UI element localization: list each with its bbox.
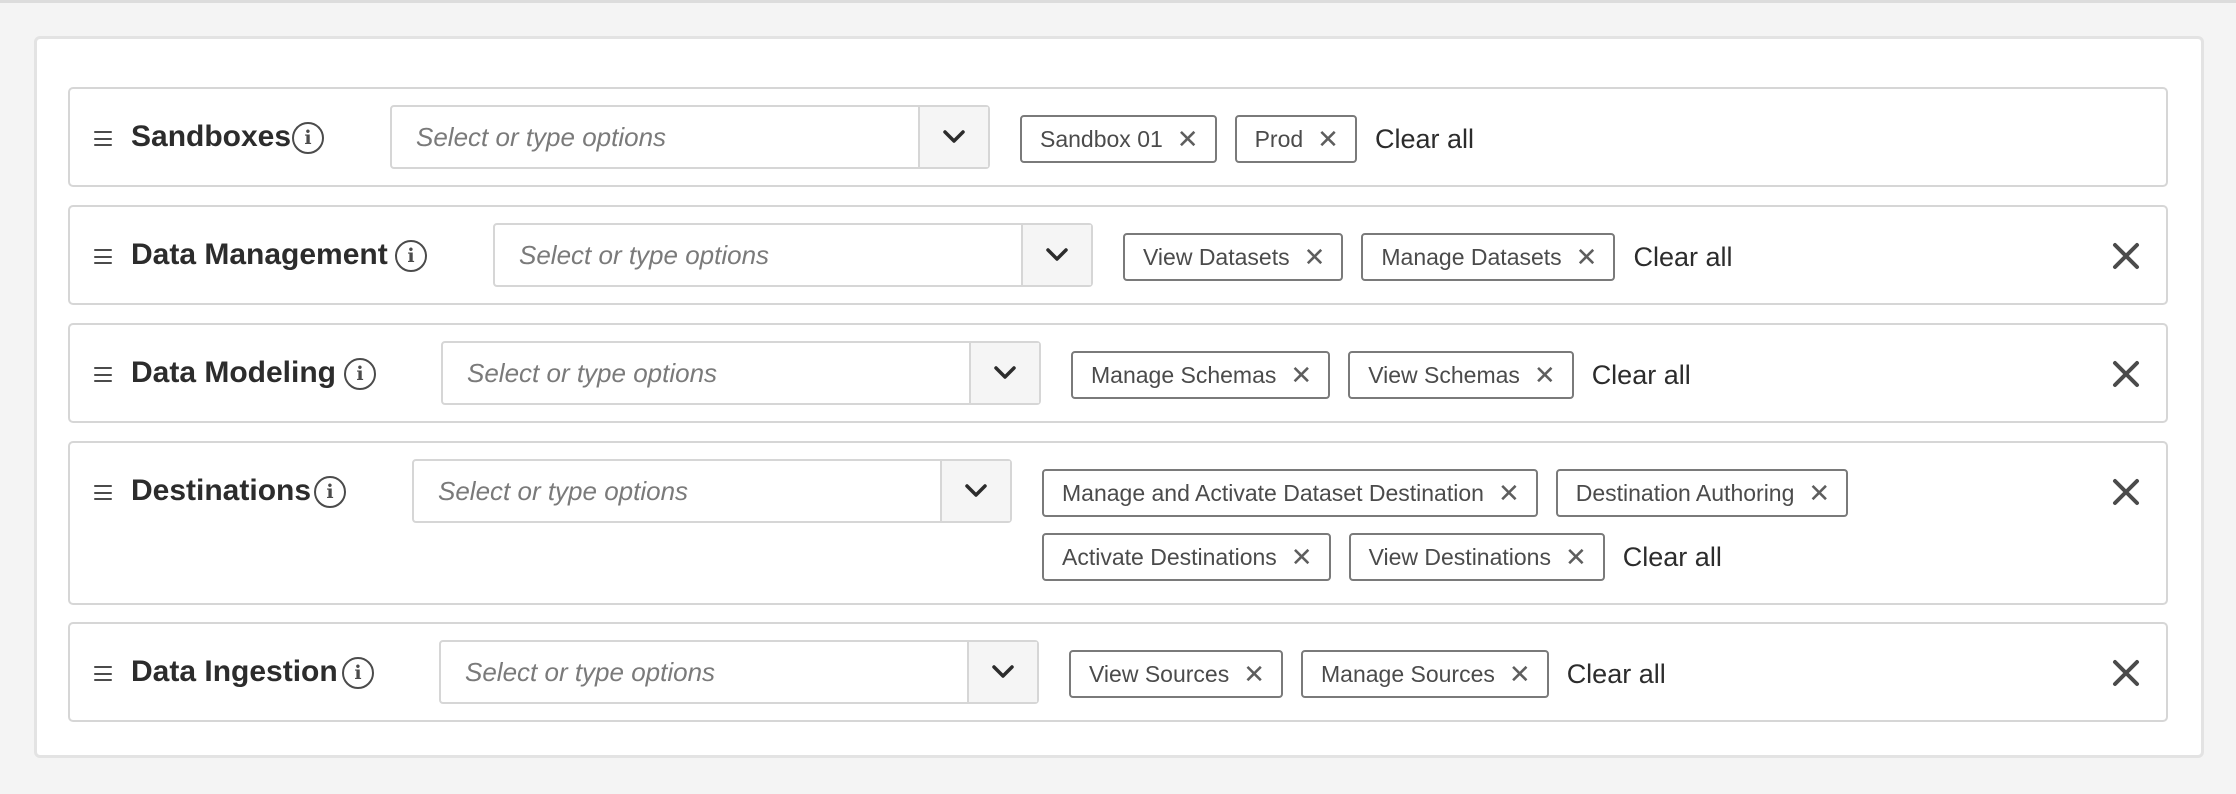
chevron-down-icon	[1046, 248, 1068, 261]
close-icon[interactable]: ✕	[1509, 661, 1531, 687]
close-icon[interactable]: ✕	[1534, 362, 1556, 388]
tag: Prod ✕	[1234, 115, 1357, 163]
tag: Manage Datasets ✕	[1361, 233, 1616, 281]
tag: View Destinations ✕	[1348, 533, 1605, 581]
close-icon[interactable]	[2112, 659, 2140, 687]
tag: View Datasets ✕	[1123, 233, 1344, 281]
tag-label: Manage Datasets	[1381, 243, 1562, 270]
close-icon[interactable]: ✕	[1576, 244, 1598, 270]
tag-label: Manage Sources	[1321, 660, 1495, 687]
data-modeling-search-input[interactable]	[443, 343, 969, 403]
data-management-search-input[interactable]	[495, 225, 1021, 285]
tag-label: Destination Authoring	[1575, 479, 1795, 506]
row-title: Sandboxes	[131, 120, 292, 153]
destinations-dropdown-button[interactable]	[940, 461, 1010, 521]
tag-label: View Schemas	[1368, 361, 1520, 388]
drag-handle-icon[interactable]	[94, 485, 112, 500]
drag-handle-icon[interactable]	[94, 666, 112, 681]
drag-handle-icon[interactable]	[94, 249, 112, 264]
clear-all-button[interactable]: Clear all	[1592, 360, 1691, 391]
info-icon[interactable]: i	[314, 476, 346, 508]
destinations-combobox	[412, 459, 1012, 523]
tag-label: Prod	[1254, 125, 1304, 152]
clear-all-button[interactable]: Clear all	[1623, 542, 1722, 573]
row-title: Data Ingestion	[131, 655, 338, 688]
selected-tags: Manage and Activate Dataset Destination ✕…	[1042, 469, 1862, 581]
clear-all-button[interactable]: Clear all	[1375, 124, 1474, 155]
tag: Manage Schemas ✕	[1071, 351, 1331, 399]
permission-row-data-management: Data Management i View Datasets ✕ Manage …	[68, 205, 2168, 305]
top-divider	[0, 0, 2236, 3]
data-management-combobox	[493, 223, 1093, 287]
tag-label: Activate Destinations	[1062, 543, 1277, 570]
selected-tags: View Datasets ✕ Manage Datasets ✕ Clear al…	[1123, 233, 2023, 281]
drag-handle-icon[interactable]	[94, 131, 112, 146]
close-icon[interactable]: ✕	[1317, 126, 1339, 152]
close-icon[interactable]: ✕	[1808, 480, 1830, 506]
permission-row-data-modeling: Data Modeling i Manage Schemas ✕ View Sch…	[68, 323, 2168, 423]
close-icon[interactable]	[2112, 242, 2140, 270]
close-icon[interactable]: ✕	[1290, 362, 1312, 388]
tag-label: Manage and Activate Dataset Destination	[1062, 479, 1484, 506]
row-title: Data Modeling	[131, 356, 337, 389]
tag: View Schemas ✕	[1348, 351, 1574, 399]
tag: Manage and Activate Dataset Destination ✕	[1042, 469, 1538, 517]
selected-tags: Sandbox 01 ✕ Prod ✕ Clear all	[1020, 115, 2060, 163]
info-icon[interactable]: i	[395, 240, 427, 272]
tag-label: Manage Schemas	[1091, 361, 1277, 388]
close-icon[interactable]	[2112, 478, 2140, 506]
chevron-down-icon	[994, 366, 1016, 379]
info-icon[interactable]: i	[344, 358, 376, 390]
close-icon[interactable]: ✕	[1304, 244, 1326, 270]
close-icon[interactable]: ✕	[1243, 661, 1265, 687]
chevron-down-icon	[965, 484, 987, 497]
data-modeling-combobox	[441, 341, 1041, 405]
tag: Destination Authoring ✕	[1555, 469, 1849, 517]
selected-tags: View Sources ✕ Manage Sources ✕ Clear all	[1069, 650, 2019, 698]
drag-handle-icon[interactable]	[94, 367, 112, 382]
sandboxes-search-input[interactable]	[392, 107, 918, 167]
data-management-dropdown-button[interactable]	[1021, 225, 1091, 285]
tag-label: View Datasets	[1143, 243, 1290, 270]
row-title: Data Management	[131, 238, 388, 271]
selected-tags: Manage Schemas ✕ View Schemas ✕ Clear all	[1071, 351, 2021, 399]
clear-all-button[interactable]: Clear all	[1567, 659, 1666, 690]
permission-row-destinations: Destinations i Manage and Activate Datas…	[68, 441, 2168, 605]
tag: Activate Destinations ✕	[1042, 533, 1331, 581]
chevron-down-icon	[943, 130, 965, 143]
row-title: Destinations	[131, 474, 312, 507]
tag-label: View Sources	[1089, 660, 1230, 687]
clear-all-button[interactable]: Clear all	[1633, 242, 1732, 273]
permission-row-sandboxes: Sandboxes i Sandbox 01 ✕ Prod ✕ Clear all	[68, 87, 2168, 187]
data-ingestion-dropdown-button[interactable]	[967, 642, 1037, 702]
sandboxes-combobox	[390, 105, 990, 169]
chevron-down-icon	[992, 665, 1014, 678]
tag: Manage Sources ✕	[1301, 650, 1549, 698]
destinations-search-input[interactable]	[414, 461, 940, 521]
tag: Sandbox 01 ✕	[1020, 115, 1217, 163]
info-icon[interactable]: i	[292, 122, 324, 154]
close-icon[interactable]: ✕	[1291, 544, 1313, 570]
info-icon[interactable]: i	[342, 657, 374, 689]
data-modeling-dropdown-button[interactable]	[969, 343, 1039, 403]
data-ingestion-search-input[interactable]	[441, 642, 967, 702]
close-icon[interactable]: ✕	[1565, 544, 1587, 570]
close-icon[interactable]: ✕	[1498, 480, 1520, 506]
close-icon[interactable]: ✕	[1177, 126, 1199, 152]
permission-row-data-ingestion: Data Ingestion i View Sources ✕ Manage So…	[68, 622, 2168, 722]
tag-label: Sandbox 01	[1040, 125, 1163, 152]
close-icon[interactable]	[2112, 360, 2140, 388]
tag: View Sources ✕	[1069, 650, 1283, 698]
data-ingestion-combobox	[439, 640, 1039, 704]
tag-label: View Destinations	[1368, 543, 1551, 570]
sandboxes-dropdown-button[interactable]	[918, 107, 988, 167]
